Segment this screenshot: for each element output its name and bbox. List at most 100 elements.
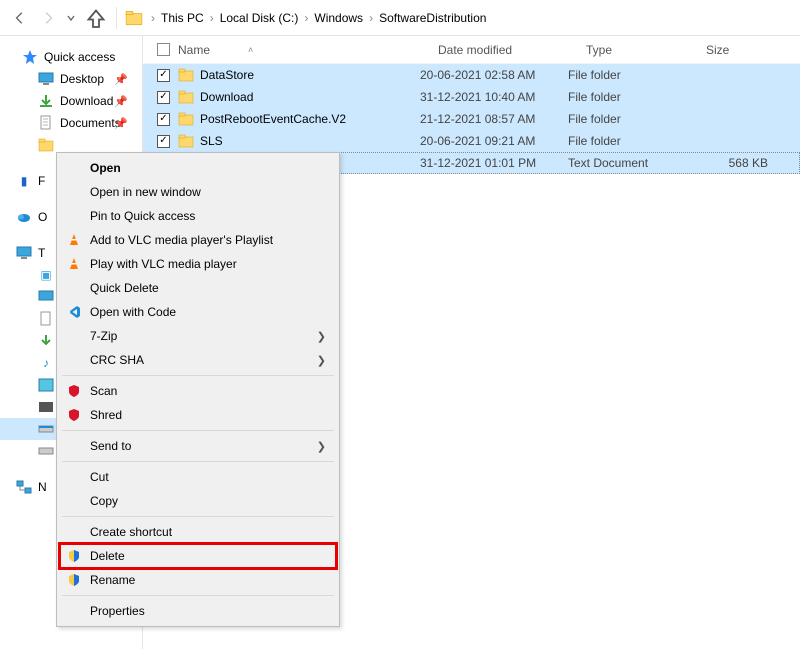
documents-icon: [38, 311, 54, 327]
ctx-crc-sha[interactable]: CRC SHA❯: [60, 348, 336, 372]
shield-icon: [66, 572, 82, 588]
sidebar-item-desktop[interactable]: Desktop 📌: [0, 68, 142, 90]
up-button[interactable]: [84, 6, 108, 30]
chevron-right-icon[interactable]: ›: [208, 11, 216, 25]
ctx-create-shortcut[interactable]: Create shortcut: [60, 520, 336, 544]
sidebar-quick-access[interactable]: Quick access: [0, 46, 142, 68]
chevron-right-icon[interactable]: ›: [367, 11, 375, 25]
table-row[interactable]: PostRebootEventCache.V221-12-2021 08:57 …: [143, 108, 800, 130]
separator: [62, 375, 334, 376]
row-checkbox[interactable]: [157, 91, 170, 104]
ctx-vlc-add[interactable]: Add to VLC media player's Playlist: [60, 228, 336, 252]
breadcrumb-item[interactable]: Local Disk (C:): [216, 11, 303, 25]
sidebar-item-label: Desktop: [60, 72, 104, 86]
ctx-copy[interactable]: Copy: [60, 489, 336, 513]
mcafee-icon: [66, 407, 82, 423]
desktop-icon: [38, 71, 54, 87]
app-icon: ▮: [16, 173, 32, 189]
ctx-vlc-play[interactable]: Play with VLC media player: [60, 252, 336, 276]
ctx-open-with-code[interactable]: Open with Code: [60, 300, 336, 324]
folder-icon: [38, 137, 54, 153]
music-icon: ♪: [38, 355, 54, 371]
drive-icon: [38, 443, 54, 459]
breadcrumb-item[interactable]: Windows: [310, 11, 367, 25]
file-type: File folder: [568, 90, 688, 104]
row-checkbox[interactable]: [157, 69, 170, 82]
mcafee-icon: [66, 383, 82, 399]
sidebar-label: Quick access: [44, 50, 115, 64]
column-date[interactable]: Date modified: [432, 36, 580, 63]
separator: [116, 7, 117, 29]
download-icon: [38, 93, 54, 109]
breadcrumb-item[interactable]: SoftwareDistribution: [375, 11, 490, 25]
back-button[interactable]: [8, 6, 32, 30]
cube-icon: ▣: [38, 267, 54, 283]
file-type: Text Document: [568, 156, 688, 170]
ctx-cut[interactable]: Cut: [60, 465, 336, 489]
ctx-scan[interactable]: Scan: [60, 379, 336, 403]
sidebar-item-label: T: [38, 246, 45, 260]
file-date: 31-12-2021 10:40 AM: [420, 90, 568, 104]
file-type: File folder: [568, 112, 688, 126]
pin-icon: 📌: [114, 117, 128, 130]
column-name[interactable]: Name˄: [178, 36, 432, 63]
vlc-icon: [66, 256, 82, 272]
file-size: 568 KB: [688, 156, 778, 170]
ctx-open-new-window[interactable]: Open in new window: [60, 180, 336, 204]
chevron-right-icon[interactable]: ›: [302, 11, 310, 25]
sidebar-item-documents[interactable]: Documents 📌: [0, 112, 142, 134]
folder-icon: [178, 67, 194, 83]
ctx-open[interactable]: Open: [60, 156, 336, 180]
row-checkbox[interactable]: [157, 113, 170, 126]
ctx-7zip[interactable]: 7-Zip❯: [60, 324, 336, 348]
sidebar-item-download[interactable]: Download 📌: [0, 90, 142, 112]
table-row[interactable]: SLS20-06-2021 09:21 AMFile folder: [143, 130, 800, 152]
chevron-right-icon: ❯: [317, 330, 326, 343]
vscode-icon: [66, 304, 82, 320]
file-name: PostRebootEventCache.V2: [200, 112, 420, 126]
vlc-icon: [66, 232, 82, 248]
separator: [62, 516, 334, 517]
file-date: 20-06-2021 09:21 AM: [420, 134, 568, 148]
file-date: 31-12-2021 01:01 PM: [420, 156, 568, 170]
column-size[interactable]: Size: [700, 36, 800, 63]
folder-icon: [178, 111, 194, 127]
separator: [62, 430, 334, 431]
ctx-quick-delete[interactable]: Quick Delete: [60, 276, 336, 300]
breadcrumb-item[interactable]: This PC: [157, 11, 208, 25]
documents-icon: [38, 115, 54, 131]
sort-indicator-icon: ˄: [248, 45, 253, 55]
file-name: Download: [200, 90, 420, 104]
ctx-shred[interactable]: Shred: [60, 403, 336, 427]
separator: [62, 595, 334, 596]
ctx-pin-quick-access[interactable]: Pin to Quick access: [60, 204, 336, 228]
breadcrumb[interactable]: › This PC › Local Disk (C:) › Windows › …: [121, 6, 490, 30]
chevron-right-icon[interactable]: ›: [149, 11, 157, 25]
table-row[interactable]: Download31-12-2021 10:40 AMFile folder: [143, 86, 800, 108]
separator: [62, 461, 334, 462]
pin-icon: 📌: [114, 95, 128, 108]
forward-button[interactable]: [36, 6, 60, 30]
ctx-rename[interactable]: Rename: [60, 568, 336, 592]
column-type[interactable]: Type: [580, 36, 700, 63]
file-name: SLS: [200, 134, 420, 148]
ctx-properties[interactable]: Properties: [60, 599, 336, 623]
file-date: 21-12-2021 08:57 AM: [420, 112, 568, 126]
sidebar-item-label: F: [38, 174, 45, 188]
videos-icon: [38, 399, 54, 415]
chevron-right-icon: ❯: [317, 440, 326, 453]
ctx-send-to[interactable]: Send to❯: [60, 434, 336, 458]
row-checkbox[interactable]: [157, 135, 170, 148]
ctx-delete[interactable]: Delete: [60, 544, 336, 568]
table-row[interactable]: DataStore20-06-2021 02:58 AMFile folder: [143, 64, 800, 86]
folder-icon: [125, 9, 143, 27]
drive-icon: [38, 421, 54, 437]
select-all-checkbox[interactable]: [157, 43, 170, 56]
file-type: File folder: [568, 134, 688, 148]
download-icon: [38, 333, 54, 349]
sidebar-item-label: N: [38, 480, 47, 494]
history-dropdown[interactable]: [64, 14, 78, 22]
monitor-icon: [16, 245, 32, 261]
chevron-right-icon: ❯: [317, 354, 326, 367]
pin-icon: 📌: [114, 73, 128, 86]
